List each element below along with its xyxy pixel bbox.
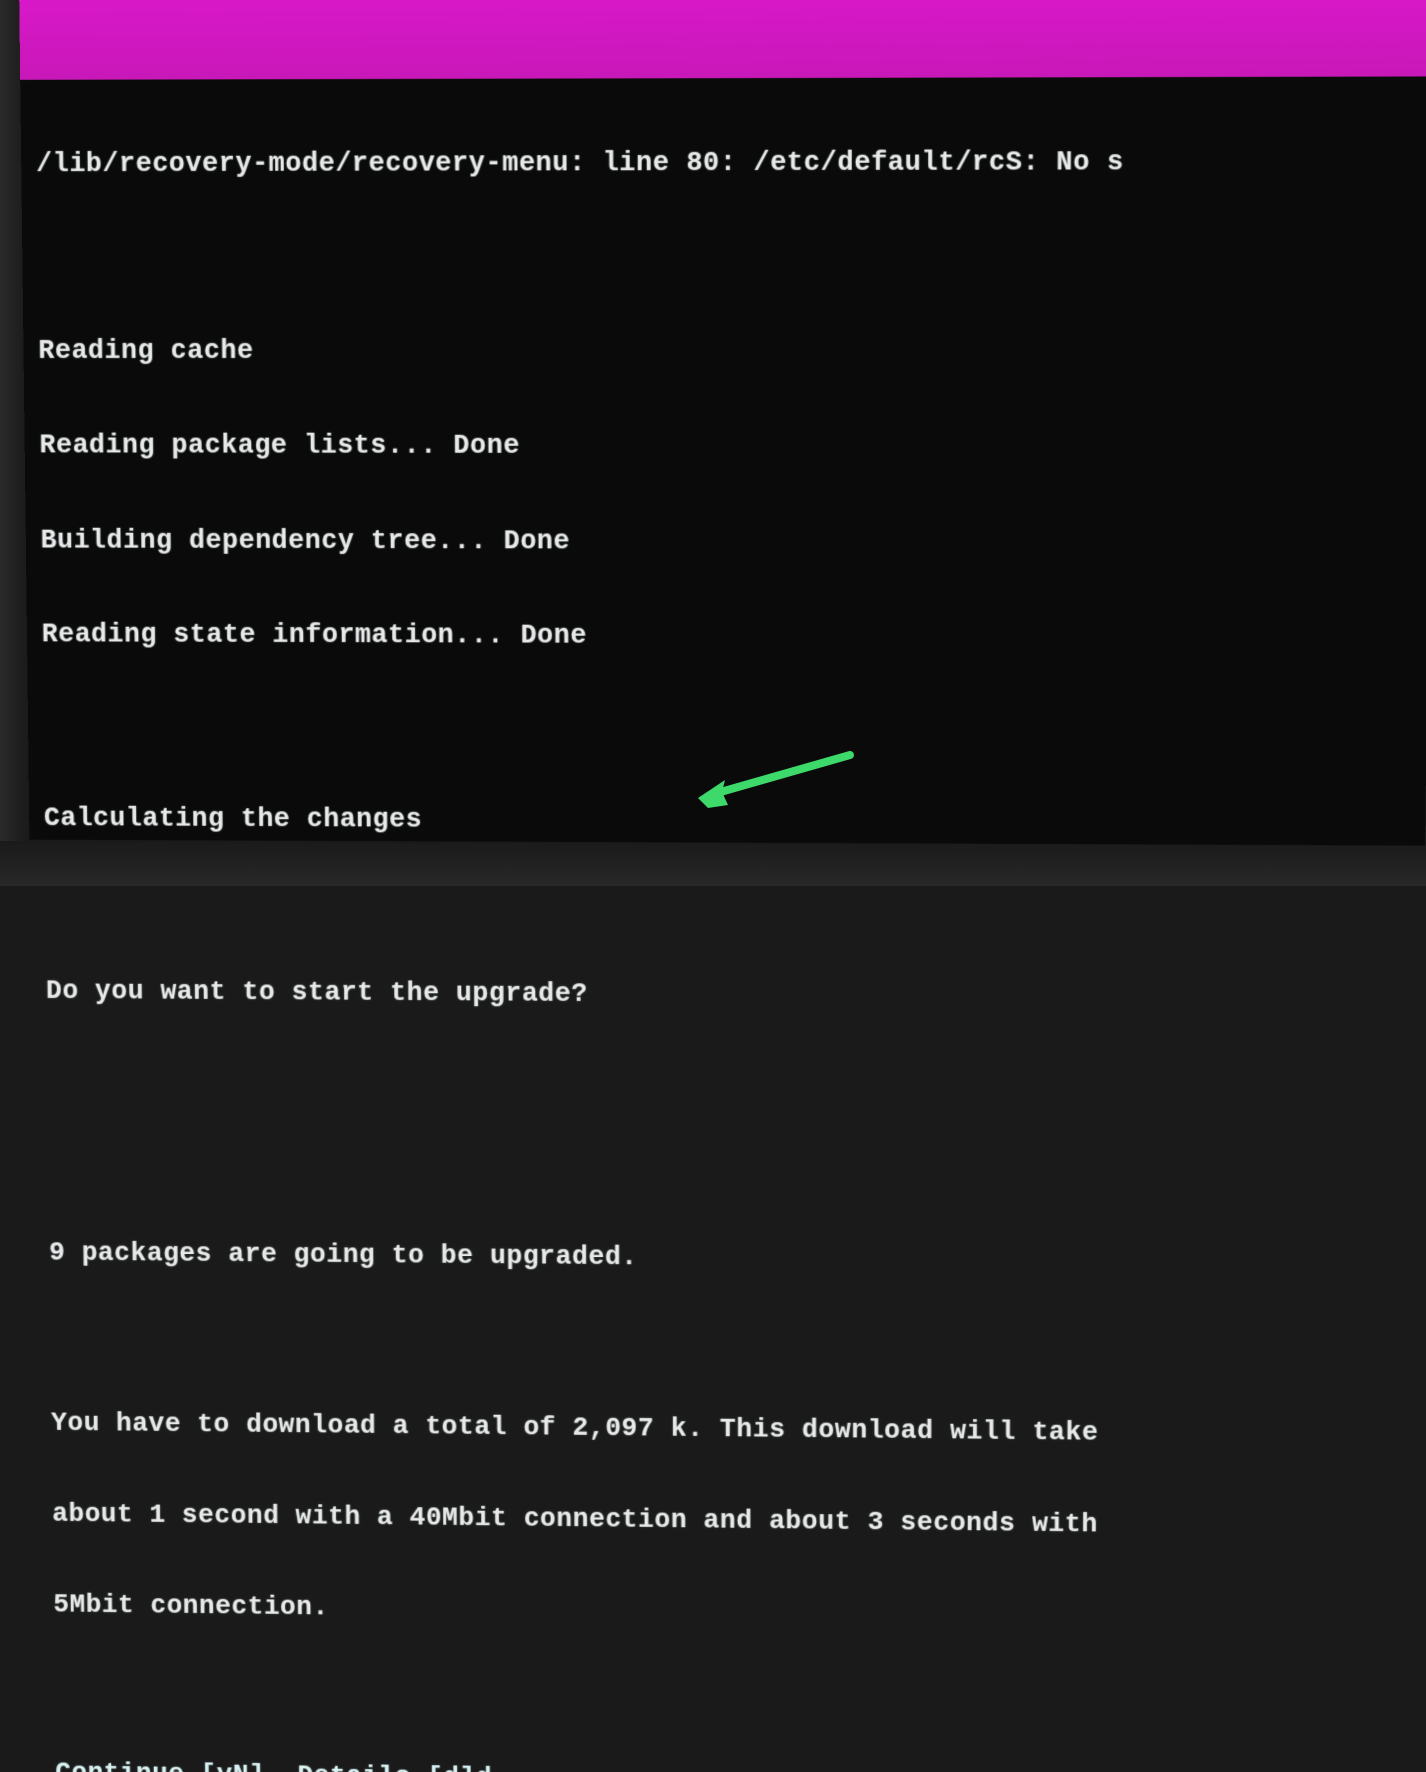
packages-count-line: 9 packages are going to be upgraded. xyxy=(49,1239,1420,1280)
blank-line xyxy=(50,1331,1419,1362)
reading-packages-line: Reading package lists... Done xyxy=(39,432,1426,464)
blank-line xyxy=(47,1070,1422,1108)
reading-cache-line: Reading cache xyxy=(38,337,1426,368)
screen-area: /lib/recovery-mode/recovery-menu: line 8… xyxy=(19,0,1426,846)
terminal-output[interactable]: /lib/recovery-mode/recovery-menu: line 8… xyxy=(35,85,1426,846)
blank-line xyxy=(54,1682,1414,1717)
download-info-line-3: 5Mbit connection. xyxy=(53,1591,1415,1636)
blank-line xyxy=(43,714,1426,748)
magenta-header-band xyxy=(19,0,1426,80)
blank-line xyxy=(45,898,1424,924)
error-line: /lib/recovery-mode/recovery-menu: line 8… xyxy=(36,148,1426,182)
blank-line xyxy=(48,1159,1421,1188)
prompt-question-line: Do you want to start the upgrade? xyxy=(46,978,1423,1016)
download-info-line-2: about 1 second with a 40Mbit connection … xyxy=(52,1501,1417,1545)
building-tree-line: Building dependency tree... Done xyxy=(40,526,1426,559)
continue-prompt-line[interactable]: Continue [yN] Details [d]d xyxy=(55,1760,1413,1772)
blank-line xyxy=(37,244,1426,275)
download-info-line-1: You have to download a total of 2,097 k.… xyxy=(51,1409,1418,1452)
calculating-line: Calculating the changes xyxy=(44,804,1426,840)
reading-state-line: Reading state information... Done xyxy=(42,620,1426,654)
